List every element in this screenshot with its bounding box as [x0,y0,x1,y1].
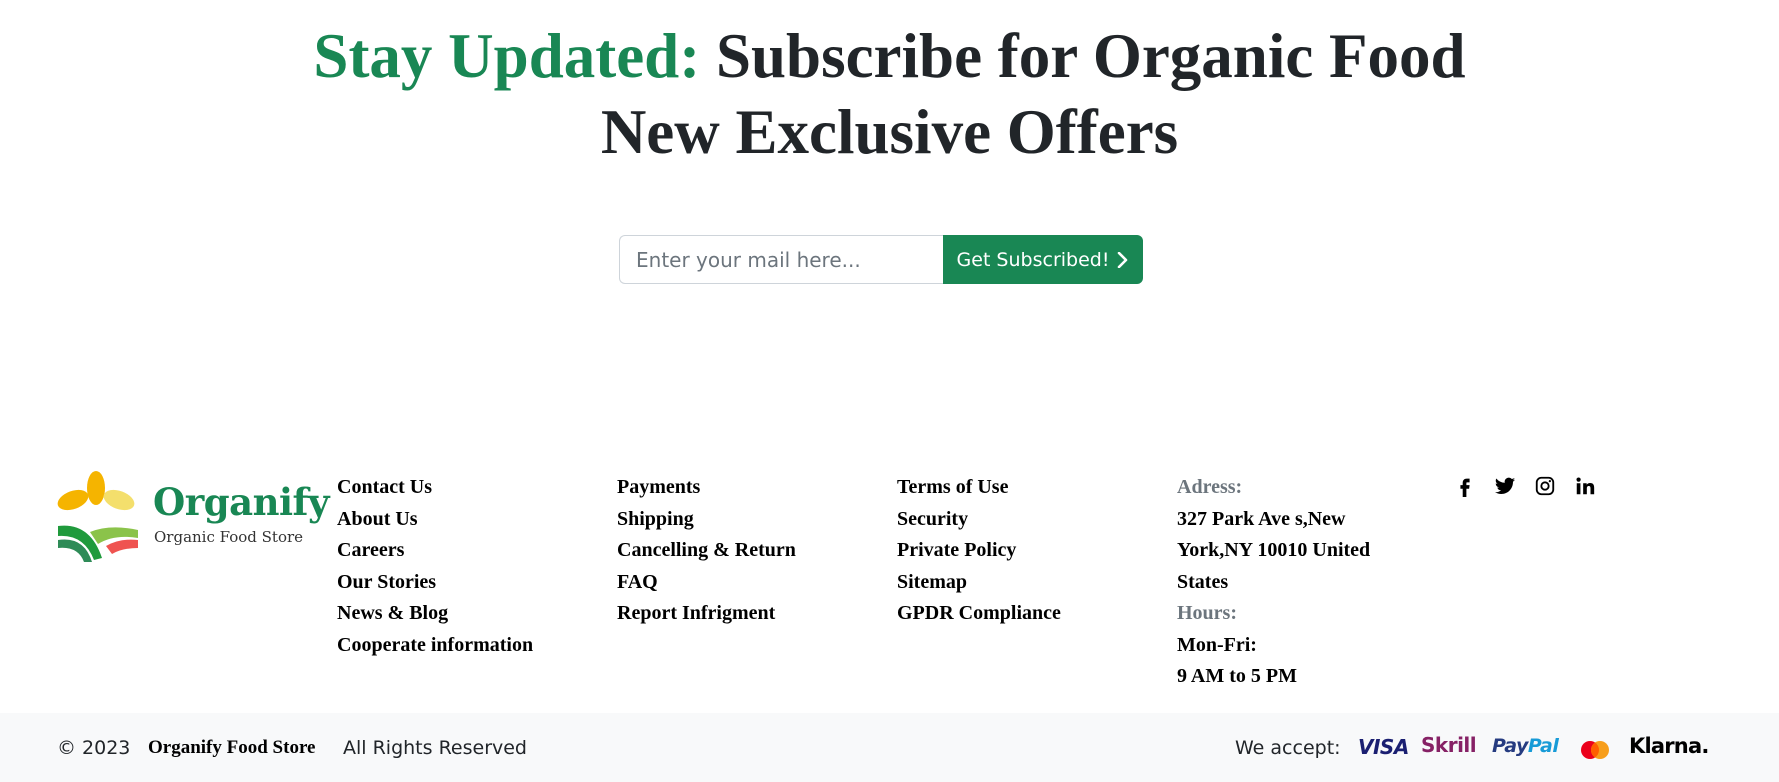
chevron-right-icon [1118,251,1128,268]
footer-column-support: Payments Shipping Cancelling & Return FA… [617,472,796,630]
footer-link-faq[interactable]: FAQ [617,567,796,599]
footer-link-shipping[interactable]: Shipping [617,504,796,536]
paypal-pay-text: Pay [1492,735,1528,757]
mastercard-icon [1581,741,1609,759]
paypal-pal-text: Pal [1527,735,1559,757]
we-accept-label: We accept: [1235,737,1341,759]
paypal-icon: PayPal [1492,735,1559,757]
brand-name: Organify [153,480,329,524]
facebook-icon[interactable] [1454,475,1476,497]
hours-label: Hours: [1177,602,1237,624]
linkedin-icon[interactable] [1574,475,1596,497]
footer-column-legal: Terms of Use Security Private Policy Sit… [897,472,1061,630]
footer-brand[interactable]: Organify Organic Food Store [56,470,329,562]
hours-line: Mon-Fri: [1177,633,1257,656]
footer-link-our-stories[interactable]: Our Stories [337,567,533,599]
footer-link-sitemap[interactable]: Sitemap [897,567,1061,599]
subscribe-button-label: Get Subscribed! [956,248,1110,271]
copyright-text: © 2023 [57,737,131,759]
instagram-icon[interactable] [1534,475,1556,497]
footer-column-company: Contact Us About Us Careers Our Stories … [337,472,533,661]
subscribe-form: Get Subscribed! [619,235,1143,284]
address-label: Adress: [1177,476,1243,498]
leaf-field-logo [57,471,138,562]
footer-link-report-infrigment[interactable]: Report Infrigment [617,598,796,630]
newsletter-title-line2: New Exclusive Offers [600,97,1179,167]
address-line: 327 Park Ave s,New [1177,507,1346,530]
footer-link-news-blog[interactable]: News & Blog [337,598,533,630]
email-input[interactable] [619,235,943,284]
twitter-icon[interactable] [1494,475,1516,497]
hours-line: 9 AM to 5 PM [1177,665,1297,687]
address-line: York,NY 10010 United [1177,539,1371,561]
footer-link-gpdr-compliance[interactable]: GPDR Compliance [897,598,1061,630]
newsletter-title-rest: Subscribe for Organic Food [700,21,1466,91]
footer-contact: Adress: 327 Park Ave s,New York,NY 10010… [1177,472,1407,693]
copyright-brand-link[interactable]: Organify Food Store [148,737,315,759]
footer-link-payments[interactable]: Payments [617,472,796,504]
skrill-icon: Skrill [1421,733,1477,757]
newsletter-title-accent: Stay Updated: [313,21,701,91]
subscribe-button[interactable]: Get Subscribed! [943,235,1143,284]
footer-link-cancelling-return[interactable]: Cancelling & Return [617,535,796,567]
footer-link-about-us[interactable]: About Us [337,504,533,536]
footer-bottom-bar: © 2023 Organify Food Store All Rights Re… [0,713,1779,782]
klarna-icon: Klarna. [1629,734,1709,758]
address-line: States [1177,570,1229,593]
rights-text: All Rights Reserved [343,737,527,759]
footer-link-careers[interactable]: Careers [337,535,533,567]
newsletter-title: Stay Updated: Subscribe for Organic Food… [0,18,1779,170]
footer-link-private-policy[interactable]: Private Policy [897,535,1061,567]
footer-link-terms-of-use[interactable]: Terms of Use [897,472,1061,504]
footer-link-cooperate-information[interactable]: Cooperate information [337,630,533,662]
brand-tagline: Organic Food Store [154,528,304,546]
social-links [1454,475,1596,497]
visa-icon: VISA [1358,735,1409,759]
footer-link-contact-us[interactable]: Contact Us [337,472,533,504]
footer-link-security[interactable]: Security [897,504,1061,536]
